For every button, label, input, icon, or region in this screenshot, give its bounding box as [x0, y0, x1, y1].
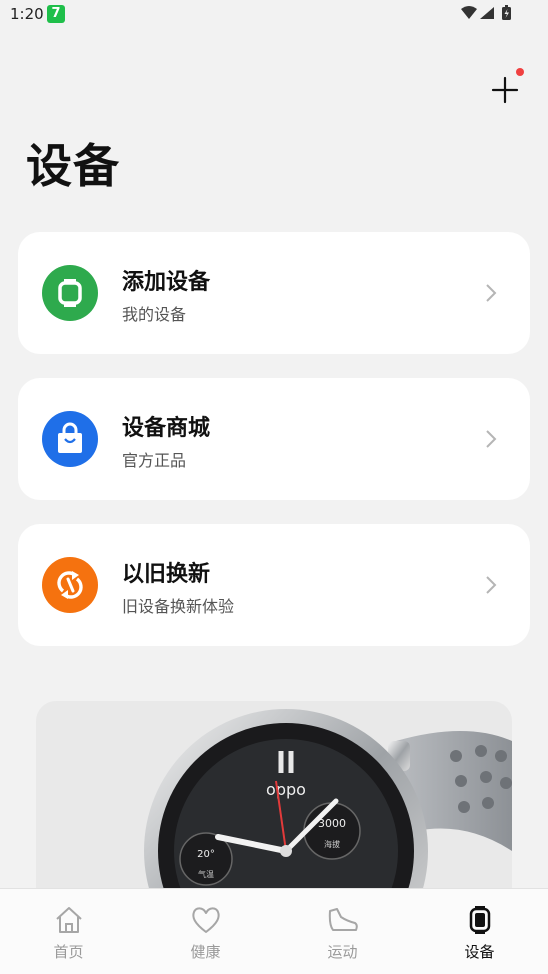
chevron-right-icon — [486, 430, 497, 448]
card-title: 以旧换新 — [122, 562, 211, 587]
home-icon — [56, 907, 82, 933]
watch-icon — [58, 279, 82, 307]
shoe-icon — [328, 908, 358, 931]
svg-text:海拔: 海拔 — [324, 839, 340, 849]
page-title: 设备 — [26, 139, 120, 193]
app-notification-icon: 7 — [47, 5, 65, 23]
nav-item-device[interactable]: 设备 — [411, 889, 548, 974]
nav-label: 健康 — [190, 943, 221, 961]
watch-brand-text: oppo — [266, 780, 306, 799]
card-subtitle: 官方正品 — [122, 451, 187, 470]
device-screen: 1:20 7 设备 添加设备 我的设备 设备商城 官方正品 以旧换新 旧设备换新… — [0, 0, 548, 974]
add-device-button[interactable] — [488, 73, 522, 107]
watch-icon — [469, 906, 491, 934]
chevron-right-icon — [486, 284, 497, 302]
watch-product-image: oppo 3000 海拔 20° 气温 — [144, 709, 512, 891]
nav-item-home[interactable]: 首页 — [0, 889, 137, 974]
bottom-nav: 首页 健康 运动 设备 — [0, 888, 548, 974]
trade-in-card[interactable]: 以旧换新 旧设备换新体验 — [18, 524, 530, 646]
notification-dot — [516, 68, 524, 76]
plus-icon — [491, 76, 519, 104]
card-subtitle: 我的设备 — [122, 305, 187, 324]
signal-battery-icon — [461, 5, 511, 20]
promo-banner[interactable]: oppo 3000 海拔 20° 气温 — [36, 701, 512, 891]
card-title: 添加设备 — [122, 270, 211, 295]
card-icon-watch — [42, 265, 98, 321]
card-subtitle: 旧设备换新体验 — [122, 597, 235, 616]
card-icon-exchange — [42, 557, 98, 613]
add-device-card[interactable]: 添加设备 我的设备 — [18, 232, 530, 354]
card-icon-bag — [42, 411, 98, 467]
svg-text:20°: 20° — [197, 849, 215, 860]
status-icons — [460, 4, 520, 22]
exchange-icon — [57, 571, 83, 599]
svg-text:气温: 气温 — [198, 869, 214, 879]
status-time: 1:20 — [10, 5, 44, 23]
status-bar: 1:20 7 — [0, 0, 548, 30]
device-store-card[interactable]: 设备商城 官方正品 — [18, 378, 530, 500]
svg-text:3000: 3000 — [318, 817, 346, 830]
chevron-right-icon — [486, 576, 497, 594]
nav-label: 设备 — [464, 943, 495, 961]
nav-label: 运动 — [327, 943, 358, 961]
nav-item-health[interactable]: 健康 — [137, 889, 274, 974]
nav-label: 首页 — [53, 943, 84, 961]
heart-icon — [192, 907, 220, 933]
nav-item-sport[interactable]: 运动 — [274, 889, 411, 974]
card-title: 设备商城 — [122, 416, 211, 441]
shopping-bag-icon — [58, 422, 82, 453]
